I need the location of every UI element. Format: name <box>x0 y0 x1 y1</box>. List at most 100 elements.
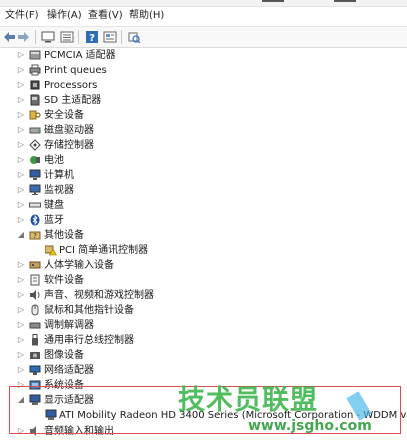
tree-item-label: PCI 简单通讯控制器 <box>59 245 149 256</box>
tree-item-label: 安全设备 <box>44 110 84 121</box>
help-icon[interactable]: ? <box>84 29 100 44</box>
tree-item-security[interactable]: ▷ 安全设备 <box>0 108 407 123</box>
chevron-right-icon[interactable]: ▷ <box>16 64 26 76</box>
forward-icon[interactable] <box>16 29 32 44</box>
tree-item-software-devices[interactable]: ▷ 软件设备 <box>0 273 407 288</box>
chevron-right-icon[interactable]: ▷ <box>16 214 26 226</box>
battery-icon <box>29 154 41 166</box>
chevron-right-icon[interactable]: ▷ <box>16 124 26 136</box>
tree-item-label: 鼠标和其他指针设备 <box>44 305 134 316</box>
tree-item-bluetooth[interactable]: ▷ 蓝牙 <box>0 213 407 228</box>
chevron-right-icon[interactable]: ▷ <box>16 169 26 181</box>
computer-icon[interactable] <box>40 29 56 44</box>
keyboard-icon <box>29 199 41 211</box>
toolbar-separator <box>121 30 122 44</box>
other-devices-icon: ? <box>29 229 41 241</box>
watermark-brand: 技术员联盟 <box>178 385 318 416</box>
scan-icon[interactable] <box>126 29 142 44</box>
menu-file[interactable]: 文件(F) <box>3 9 41 23</box>
tree-item-label: Processors <box>44 80 98 91</box>
chevron-right-icon[interactable]: ▷ <box>16 94 26 106</box>
tree-item-label: 网络适配器 <box>44 365 94 376</box>
back-icon[interactable] <box>1 29 17 44</box>
tree-item-network-adapters[interactable]: ▷ 网络适配器 <box>0 363 407 378</box>
chevron-right-icon[interactable]: ▷ <box>16 364 26 376</box>
properties-icon[interactable] <box>102 29 118 44</box>
tree-item-sound-video-game[interactable]: ▷ 声音、视频和游戏控制器 <box>0 288 407 303</box>
disk-drive-icon <box>29 124 41 136</box>
chevron-down-icon[interactable]: ◢ <box>16 229 26 241</box>
warning-device-icon <box>44 244 58 256</box>
chevron-right-icon[interactable]: ▷ <box>16 184 26 196</box>
tree-item-label: 其他设备 <box>44 230 84 241</box>
chevron-right-icon[interactable]: ▷ <box>16 274 26 286</box>
tree-item-sd-host[interactable]: ▷ SD 主适配器 <box>0 93 407 108</box>
svg-text:?: ? <box>33 232 37 240</box>
network-adapter-icon <box>29 364 41 376</box>
menu-view[interactable]: 查看(V) <box>86 9 125 23</box>
toolbar-separator <box>78 30 79 44</box>
tree-item-monitors[interactable]: ▷ 监视器 <box>0 183 407 198</box>
chevron-right-icon[interactable]: ▷ <box>16 334 26 346</box>
processor-icon <box>29 79 41 91</box>
tree-item-hid[interactable]: ▷ 人体学输入设备 <box>0 258 407 273</box>
tree-item-label: 通用串行总线控制器 <box>44 335 134 346</box>
tree-item-disk-drives[interactable]: ▷ 磁盘驱动器 <box>0 123 407 138</box>
menu-help[interactable]: 帮助(H) <box>127 9 166 23</box>
tree-item-storage-controllers[interactable]: ▷ 存储控制器 <box>0 138 407 153</box>
camera-icon <box>29 349 41 361</box>
tree-item-usb[interactable]: ▷ 通用串行总线控制器 <box>0 333 407 348</box>
toolbar-separator <box>35 30 36 44</box>
tree-item-other-devices[interactable]: ◢ ? 其他设备 <box>0 228 407 243</box>
chevron-right-icon[interactable]: ▷ <box>16 319 26 331</box>
menu-bar: 文件(F) 操作(A) 查看(V) 帮助(H) <box>0 7 407 25</box>
chevron-right-icon[interactable]: ▷ <box>16 349 26 361</box>
menu-action[interactable]: 操作(A) <box>45 9 84 23</box>
modem-icon <box>29 319 41 331</box>
tree-item-label: Print queues <box>44 65 107 76</box>
tree-item-label: 键盘 <box>44 200 64 211</box>
tree-item-pcmcia[interactable]: ▷ PCMCIA 适配器 <box>0 48 407 63</box>
chevron-right-icon[interactable]: ▷ <box>16 154 26 166</box>
usb-icon <box>29 334 41 346</box>
tree-item-battery[interactable]: ▷ 电池 <box>0 153 407 168</box>
tree-item-label: 软件设备 <box>44 275 84 286</box>
tree-item-pci-simple-comm[interactable]: PCI 简单通讯控制器 <box>0 243 407 258</box>
security-key-icon <box>29 109 41 121</box>
tree-item-mice[interactable]: ▷ 鼠标和其他指针设备 <box>0 303 407 318</box>
chevron-right-icon[interactable]: ▷ <box>16 259 26 271</box>
tree-item-imaging[interactable]: ▷ 图像设备 <box>0 348 407 363</box>
tree-item-label: 声音、视频和游戏控制器 <box>44 290 154 301</box>
title-bar <box>0 0 407 7</box>
tree-item-label: 蓝牙 <box>44 215 64 226</box>
mouse-icon <box>29 304 41 316</box>
chevron-right-icon[interactable]: ▷ <box>16 304 26 316</box>
tree-item-print-queues[interactable]: ▷ Print queues <box>0 63 407 78</box>
chevron-right-icon[interactable]: ▷ <box>16 199 26 211</box>
chevron-right-icon[interactable]: ▷ <box>16 139 26 151</box>
tree-item-label: 计算机 <box>44 170 74 181</box>
bluetooth-icon <box>29 214 41 226</box>
software-device-icon <box>29 274 41 286</box>
monitor-icon <box>29 184 41 196</box>
tree-item-modems[interactable]: ▷ 调制解调器 <box>0 318 407 333</box>
hid-icon <box>29 259 41 271</box>
tree-item-label: PCMCIA 适配器 <box>44 50 116 61</box>
chevron-right-icon[interactable]: ▷ <box>16 79 26 91</box>
tree-item-label: SD 主适配器 <box>44 95 102 106</box>
tree-item-label: 存储控制器 <box>44 140 94 151</box>
minimize-icon[interactable] <box>262 0 284 2</box>
chevron-right-icon[interactable]: ▷ <box>16 109 26 121</box>
tree-item-label: 监视器 <box>44 185 74 196</box>
tree-item-computer[interactable]: ▷ 计算机 <box>0 168 407 183</box>
list-icon[interactable] <box>59 29 75 44</box>
toolbar: ? <box>0 26 407 48</box>
tree-item-keyboards[interactable]: ▷ 键盘 <box>0 198 407 213</box>
chevron-right-icon[interactable]: ▷ <box>16 49 26 61</box>
chevron-right-icon[interactable]: ▷ <box>16 289 26 301</box>
sd-host-icon <box>29 94 41 106</box>
watermark-url: www.jsgho.com <box>248 418 372 434</box>
tree-item-processors[interactable]: ▷ Processors <box>0 78 407 93</box>
maximize-icon[interactable] <box>334 0 356 2</box>
tree-item-label: 磁盘驱动器 <box>44 125 94 136</box>
